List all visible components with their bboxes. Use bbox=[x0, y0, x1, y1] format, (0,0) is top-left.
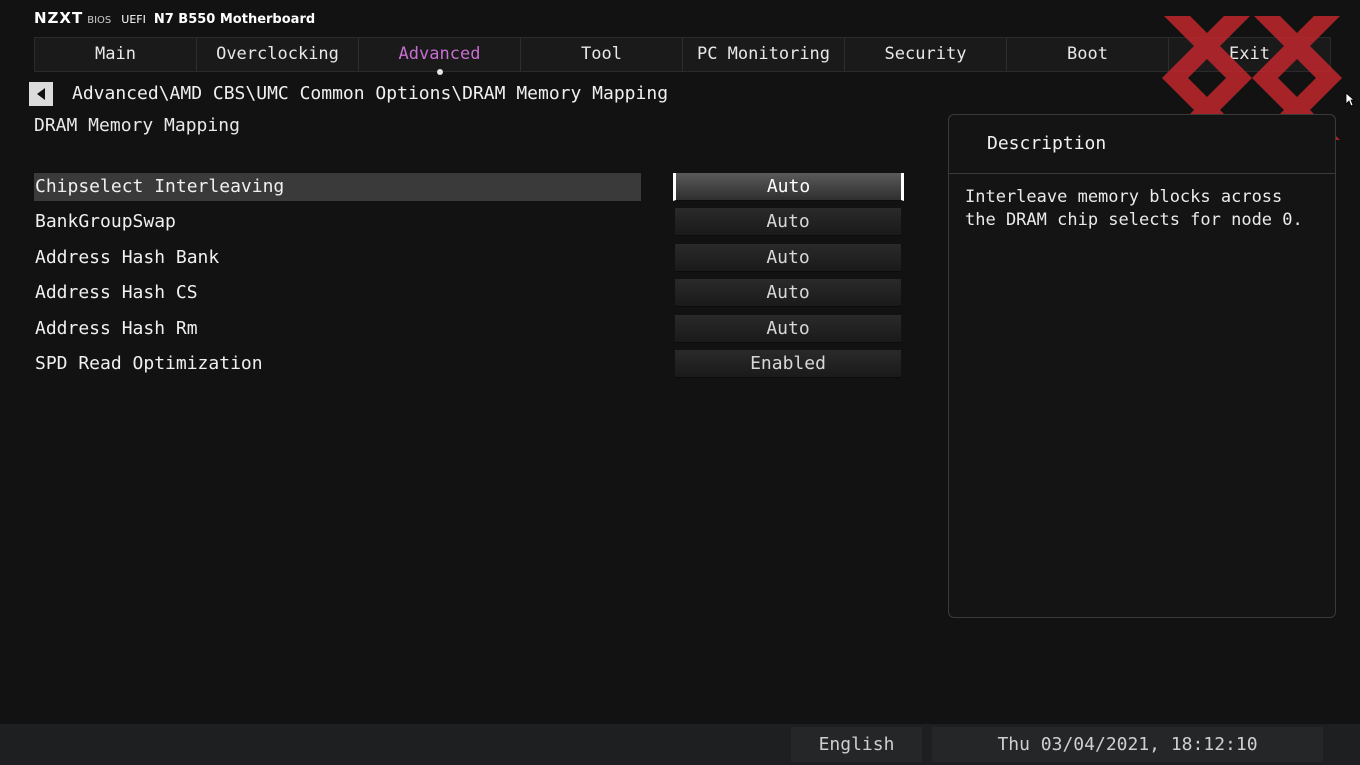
setting-value-dropdown[interactable]: Enabled bbox=[675, 350, 901, 379]
setting-label: Address Hash Rm bbox=[35, 317, 198, 339]
date-time-display: Thu 03/04/2021, 18:12:10 bbox=[932, 727, 1323, 762]
setting-value-dropdown[interactable]: Auto bbox=[675, 314, 901, 343]
brand-uefi-label: UEFI bbox=[121, 13, 146, 26]
back-arrow-icon bbox=[37, 88, 45, 100]
tab-overclocking[interactable]: Overclocking bbox=[197, 38, 359, 71]
setting-row-bankgroupswap[interactable]: BankGroupSwap Auto bbox=[34, 205, 904, 241]
setting-row-spd-read-optimization[interactable]: SPD Read Optimization Enabled bbox=[34, 347, 904, 383]
setting-label: Chipselect Interleaving bbox=[34, 172, 641, 201]
tab-security[interactable]: Security bbox=[845, 38, 1007, 71]
description-panel: Description Interleave memory blocks acr… bbox=[948, 114, 1336, 618]
setting-row-address-hash-cs[interactable]: Address Hash CS Auto bbox=[34, 276, 904, 312]
tab-exit[interactable]: Exit bbox=[1169, 38, 1330, 71]
setting-label: BankGroupSwap bbox=[35, 211, 176, 233]
bios-screen: NZXT BIOS UEFI N7 B550 Motherboard Main … bbox=[0, 0, 1360, 765]
setting-value-dropdown[interactable]: Auto bbox=[675, 279, 901, 308]
language-selector[interactable]: English bbox=[791, 727, 922, 762]
brand-header: NZXT BIOS UEFI N7 B550 Motherboard bbox=[34, 9, 315, 27]
status-bar: English Thu 03/04/2021, 18:12:10 bbox=[0, 724, 1360, 765]
setting-value-dropdown[interactable]: Auto bbox=[673, 172, 904, 201]
breadcrumb: Advanced\AMD CBS\UMC Common Options\DRAM… bbox=[72, 83, 669, 104]
setting-value-dropdown[interactable]: Auto bbox=[675, 208, 901, 237]
tab-pc-monitoring[interactable]: PC Monitoring bbox=[683, 38, 845, 71]
description-text: Interleave memory blocks across the DRAM… bbox=[965, 187, 1303, 230]
description-title: Description bbox=[949, 115, 1335, 174]
setting-value-dropdown[interactable]: Auto bbox=[675, 243, 901, 272]
mouse-pointer-icon bbox=[1345, 92, 1355, 107]
brand-bios-label: BIOS bbox=[87, 15, 112, 26]
setting-label: Address Hash Bank bbox=[35, 246, 220, 268]
tab-tool[interactable]: Tool bbox=[521, 38, 683, 71]
brand-logo: NZXT bbox=[34, 9, 84, 27]
setting-label: Address Hash CS bbox=[35, 282, 198, 304]
settings-list: Chipselect Interleaving Auto BankGroupSw… bbox=[34, 169, 904, 382]
setting-row-address-hash-bank[interactable]: Address Hash Bank Auto bbox=[34, 240, 904, 276]
motherboard-model: N7 B550 Motherboard bbox=[153, 12, 316, 27]
main-tab-bar: Main Overclocking Advanced Tool PC Monit… bbox=[34, 37, 1331, 75]
page-title: DRAM Memory Mapping bbox=[34, 115, 240, 136]
tab-boot[interactable]: Boot bbox=[1007, 38, 1169, 71]
tab-advanced[interactable]: Advanced bbox=[359, 38, 521, 75]
setting-row-chipselect-interleaving[interactable]: Chipselect Interleaving Auto bbox=[34, 169, 904, 205]
back-button[interactable] bbox=[29, 82, 53, 106]
setting-row-address-hash-rm[interactable]: Address Hash Rm Auto bbox=[34, 311, 904, 347]
setting-label: SPD Read Optimization bbox=[35, 353, 263, 375]
tab-main[interactable]: Main bbox=[35, 38, 197, 71]
